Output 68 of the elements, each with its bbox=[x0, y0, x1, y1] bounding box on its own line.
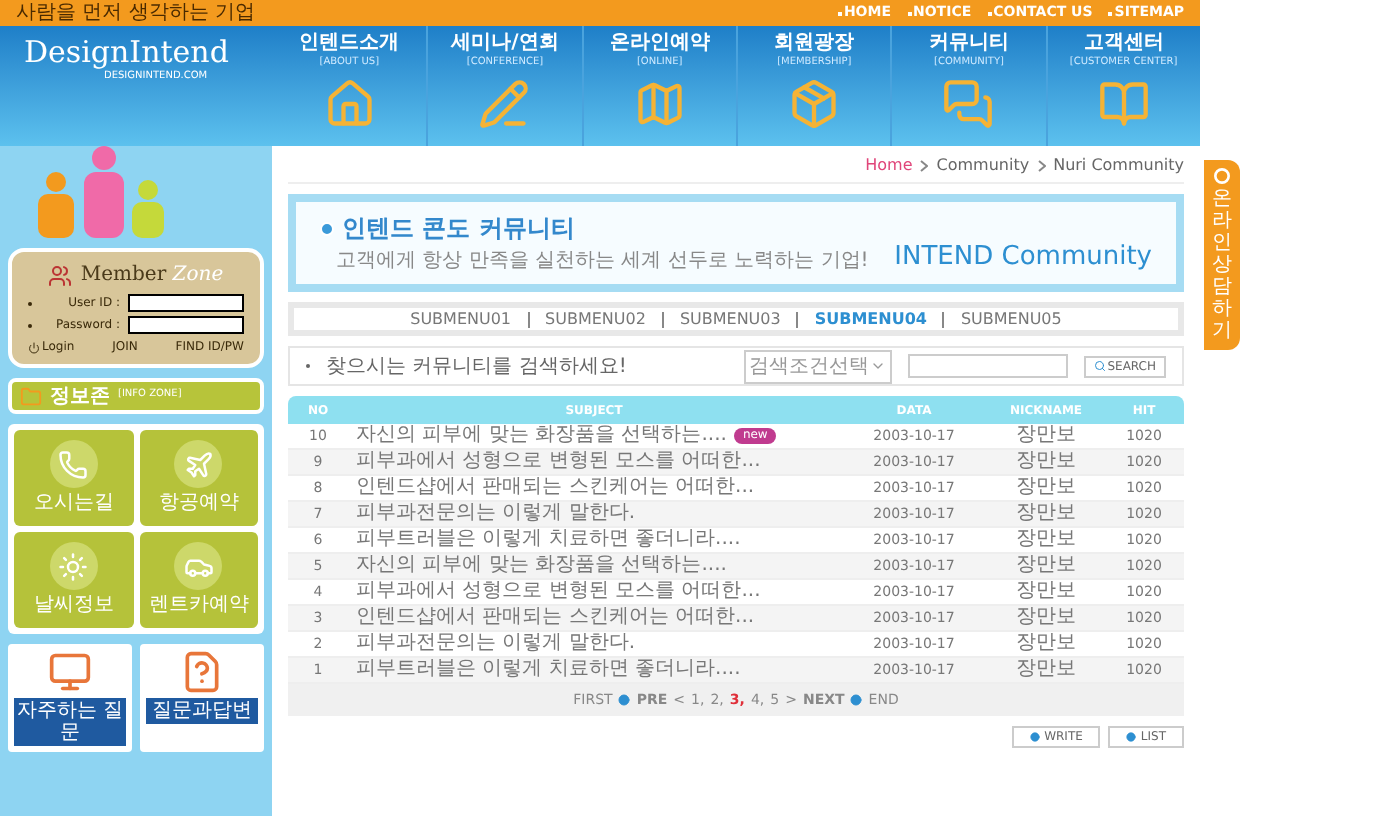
banner-brand: INTEND Community bbox=[894, 239, 1152, 275]
quick-tile[interactable]: 항공예약 bbox=[139, 430, 258, 526]
submenu-tab[interactable]: SUBMENU04 bbox=[814, 307, 927, 331]
people-icon bbox=[48, 263, 73, 287]
table-cell-text: 장만보 bbox=[1014, 580, 1078, 604]
submenu-tab[interactable]: SUBMENU02 bbox=[545, 307, 646, 331]
map-icon bbox=[633, 78, 686, 130]
logo[interactable]: DesignIntend bbox=[24, 34, 272, 70]
table-cell-text: 장만보 bbox=[1014, 450, 1078, 474]
post-subject[interactable]: 인텐드샵에서 판매되는 스킨케어는 어떠한... bbox=[356, 606, 755, 630]
phone-icon bbox=[58, 449, 89, 479]
house-icon bbox=[323, 78, 376, 130]
search-icon bbox=[1093, 360, 1106, 372]
table-cell-text: 장만보 bbox=[1014, 528, 1078, 552]
dropdown-icon bbox=[869, 358, 886, 374]
tagline: 사람을 먼저 생각하는 기업 bbox=[16, 1, 256, 25]
document-icon bbox=[180, 650, 224, 694]
submenu-tab[interactable]: SUBMENU03 bbox=[679, 307, 781, 331]
search-select[interactable]: 검색조건선택 bbox=[743, 349, 892, 383]
table-cell-text: 장만보 bbox=[1014, 632, 1078, 656]
table-cell-text: 장만보 bbox=[1014, 658, 1078, 682]
login-input[interactable] bbox=[128, 316, 244, 334]
member-zone-title: Member Zone bbox=[80, 262, 224, 290]
table-cell-text: 장만보 bbox=[1014, 606, 1078, 630]
help-tile[interactable]: 질문과답변 bbox=[140, 644, 264, 752]
pencil-icon bbox=[478, 78, 531, 130]
table-cell-text: 장만보 bbox=[1014, 476, 1078, 500]
search-prompt: 찾으시는 커뮤니티를 검색하세요! bbox=[326, 353, 629, 381]
banner-subtitle: 고객에게 항상 만족을 실천하는 세계 선두로 노력하는 기업! bbox=[334, 248, 869, 276]
breadcrumb-link[interactable]: Home bbox=[865, 154, 913, 178]
quick-tile[interactable]: 날씨정보 bbox=[14, 532, 133, 628]
post-subject[interactable]: 피부트러블은 이렇게 치료하면 좋더니라.... bbox=[356, 658, 741, 682]
airplane-icon bbox=[183, 449, 214, 479]
post-subject[interactable]: 자신의 피부에 맞는 화장품을 선택하는.... bbox=[356, 554, 727, 578]
search-field[interactable] bbox=[907, 354, 1068, 378]
side-tab[interactable]: 온라인상담하기 bbox=[1204, 160, 1240, 350]
chevron-icon bbox=[920, 160, 929, 172]
login-input[interactable] bbox=[128, 294, 244, 312]
post-subject[interactable]: 피부트러블은 이렇게 치료하면 좋더니라.... bbox=[356, 528, 741, 552]
post-subject[interactable]: 인텐드샵에서 판매되는 스킨케어는 어떠한... bbox=[356, 476, 755, 500]
breadcrumb-link[interactable]: Community bbox=[936, 154, 1030, 178]
help-tile[interactable]: 자주하는 질문 bbox=[8, 644, 132, 752]
table-cell-text: 장만보 bbox=[1014, 554, 1078, 578]
post-subject[interactable]: 피부과전문의는 이렇게 말한다. bbox=[356, 632, 636, 656]
dot-icon bbox=[1126, 732, 1137, 742]
bullet-icon bbox=[320, 221, 334, 235]
book-icon bbox=[1097, 78, 1150, 130]
sun-icon bbox=[58, 551, 89, 581]
submenu-tab[interactable]: SUBMENU05 bbox=[960, 307, 1062, 331]
post-subject[interactable]: 피부과에서 성형으로 변형된 모스를 어떠한... bbox=[356, 450, 761, 474]
post-subject[interactable]: 자신의 피부에 맞는 화장품을 선택하는.... bbox=[356, 424, 727, 448]
chevron-icon bbox=[1037, 160, 1046, 172]
quick-tile[interactable]: 오시는길 bbox=[14, 430, 133, 526]
post-subject[interactable]: 피부과전문의는 이렇게 말한다. bbox=[356, 502, 636, 526]
banner-title: 인텐드 콘도 커뮤니티 bbox=[320, 210, 869, 246]
post-subject[interactable]: 피부과에서 성형으로 변형된 모스를 어떠한... bbox=[356, 580, 761, 604]
chat-icon bbox=[942, 78, 995, 130]
submenu-tab[interactable]: SUBMENU01 bbox=[410, 307, 512, 331]
table-cell-text: 장만보 bbox=[1014, 424, 1078, 448]
table-cell-text: 장만보 bbox=[1014, 502, 1078, 526]
folder-icon bbox=[20, 385, 42, 407]
ring-icon bbox=[1214, 168, 1230, 184]
power-icon bbox=[28, 341, 40, 353]
dot-icon bbox=[1030, 732, 1041, 742]
breadcrumb-link[interactable]: Nuri Community bbox=[1053, 154, 1184, 178]
monitor-icon bbox=[48, 650, 92, 694]
package-icon bbox=[788, 78, 841, 130]
quick-tile[interactable]: 렌트카예약 bbox=[139, 532, 258, 628]
